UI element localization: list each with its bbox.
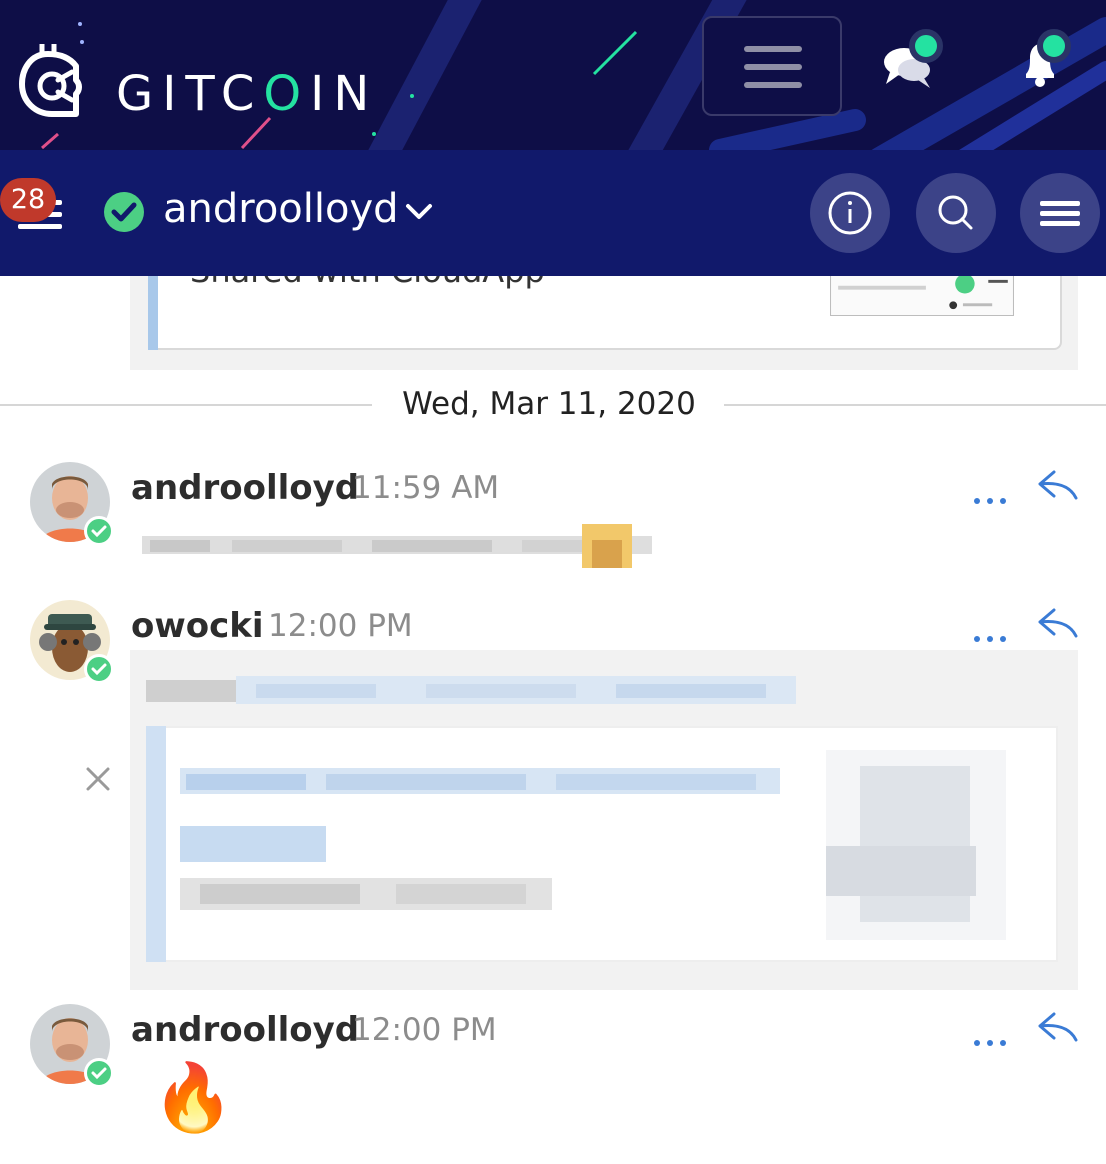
blurred-link-preview-image [826, 750, 1006, 940]
fire-emoji: 🔥 [152, 1059, 235, 1136]
online-status-dot [84, 516, 114, 546]
chevron-down-icon[interactable] [404, 200, 434, 224]
attachment-title: Shared with CloudApp [190, 276, 545, 290]
chat-bubbles-icon[interactable] [880, 28, 950, 92]
more-dots-icon[interactable] [970, 632, 1010, 646]
date-divider-line-right [724, 404, 1106, 406]
brand-wordmark[interactable]: GITCOIN [116, 66, 378, 122]
date-divider-line-left [0, 404, 372, 406]
menu-icon [1040, 201, 1080, 226]
room-info-button[interactable] [810, 173, 890, 253]
message-time: 11:59 AM [352, 470, 500, 506]
message-time: 12:00 PM [268, 608, 413, 644]
check-circle-icon [104, 192, 144, 232]
brand-header: GITCOIN [0, 0, 1106, 150]
room-title[interactable]: androolloyd [163, 186, 399, 232]
check-icon [91, 525, 107, 538]
gitcoin-robot-icon[interactable] [18, 40, 84, 120]
hamburger-line [744, 64, 802, 70]
message-author[interactable]: androolloyd [131, 1010, 359, 1050]
blurred-message-text [142, 524, 652, 568]
attachment-thumbnail[interactable] [830, 276, 1014, 316]
unread-count-badge: 28 [0, 178, 56, 222]
info-icon [828, 191, 872, 235]
header-menu-button[interactable] [702, 16, 842, 116]
close-x-icon[interactable] [84, 765, 112, 793]
hamburger-line [744, 82, 802, 88]
message-time: 12:00 PM [352, 1012, 497, 1048]
online-status-dot [84, 654, 114, 684]
room-menu-button[interactable] [1020, 173, 1100, 253]
check-icon [91, 663, 107, 676]
more-dots-icon[interactable] [970, 1036, 1010, 1050]
link-preview-accent-bar [146, 726, 166, 962]
search-icon [938, 195, 973, 230]
blurred-link-preview-text [180, 768, 780, 910]
hamburger-menu-icon [744, 46, 802, 52]
message-author[interactable]: owocki [131, 606, 264, 646]
more-dots-icon[interactable] [970, 494, 1010, 508]
reply-arrow-icon[interactable] [1036, 1010, 1080, 1044]
sidebar-menu-line [18, 224, 62, 229]
reply-arrow-icon[interactable] [1036, 468, 1080, 502]
chat-screen: GITCOIN 28 androolloyd Wed, Mar 11, 2020… [0, 0, 1106, 1164]
bell-icon[interactable] [1010, 28, 1080, 92]
search-button[interactable] [916, 173, 996, 253]
online-status-dot [84, 1058, 114, 1088]
check-icon [91, 1067, 107, 1080]
date-divider: Wed, Mar 11, 2020 [402, 386, 696, 422]
reply-arrow-icon[interactable] [1036, 606, 1080, 640]
message-author[interactable]: androolloyd [131, 468, 359, 508]
blurred-link-text[interactable] [146, 670, 806, 714]
